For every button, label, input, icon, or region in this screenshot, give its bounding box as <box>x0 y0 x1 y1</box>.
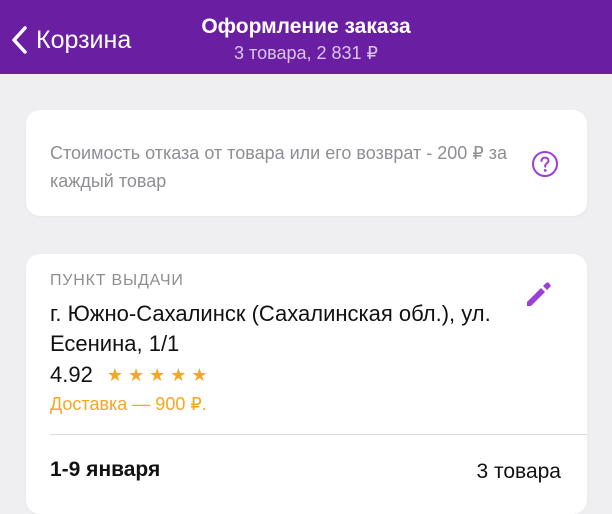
star-icon: ★ <box>149 365 166 385</box>
app-header: Корзина Оформление заказа 3 товара, 2 83… <box>0 0 612 74</box>
item-count: 3 товара <box>476 460 561 483</box>
rating-value: 4.92 <box>50 362 93 387</box>
return-cost-text: Стоимость отказа от товара или его возвр… <box>50 143 508 191</box>
question-circle-icon[interactable] <box>531 150 559 178</box>
back-button[interactable]: Корзина <box>10 22 131 58</box>
star-icon: ★ <box>170 365 187 385</box>
star-icon: ★ <box>106 365 123 385</box>
rating-stars: ★ ★ ★ ★ ★ <box>107 365 213 385</box>
page-title: Оформление заказа <box>201 15 411 38</box>
pencil-icon[interactable] <box>521 278 555 312</box>
header-title-group: Оформление заказа 3 товара, 2 831 ₽ <box>150 14 462 64</box>
return-cost-card: Стоимость отказа от товара или его возвр… <box>26 110 587 216</box>
delivery-cost: Доставка — 900 ₽. <box>50 394 207 414</box>
delivery-dates: 1-9 января <box>50 458 161 481</box>
back-label: Корзина <box>36 25 132 54</box>
order-summary: 3 товара, 2 831 ₽ <box>234 43 378 63</box>
rating: 4.92 ★ ★ ★ ★ ★ <box>50 362 213 388</box>
pickup-caption: ПУНКТ ВЫДАЧИ <box>50 272 184 289</box>
pickup-point-card: ПУНКТ ВЫДАЧИ г. Южно-Сахалинск (Сахалинс… <box>26 254 587 514</box>
star-icon: ★ <box>127 365 145 385</box>
star-icon: ★ <box>191 365 208 385</box>
chevron-left-icon <box>12 26 27 54</box>
divider <box>50 434 587 435</box>
pickup-address: г. Южно-Сахалинск (Сахалинская обл.), ул… <box>50 301 491 356</box>
